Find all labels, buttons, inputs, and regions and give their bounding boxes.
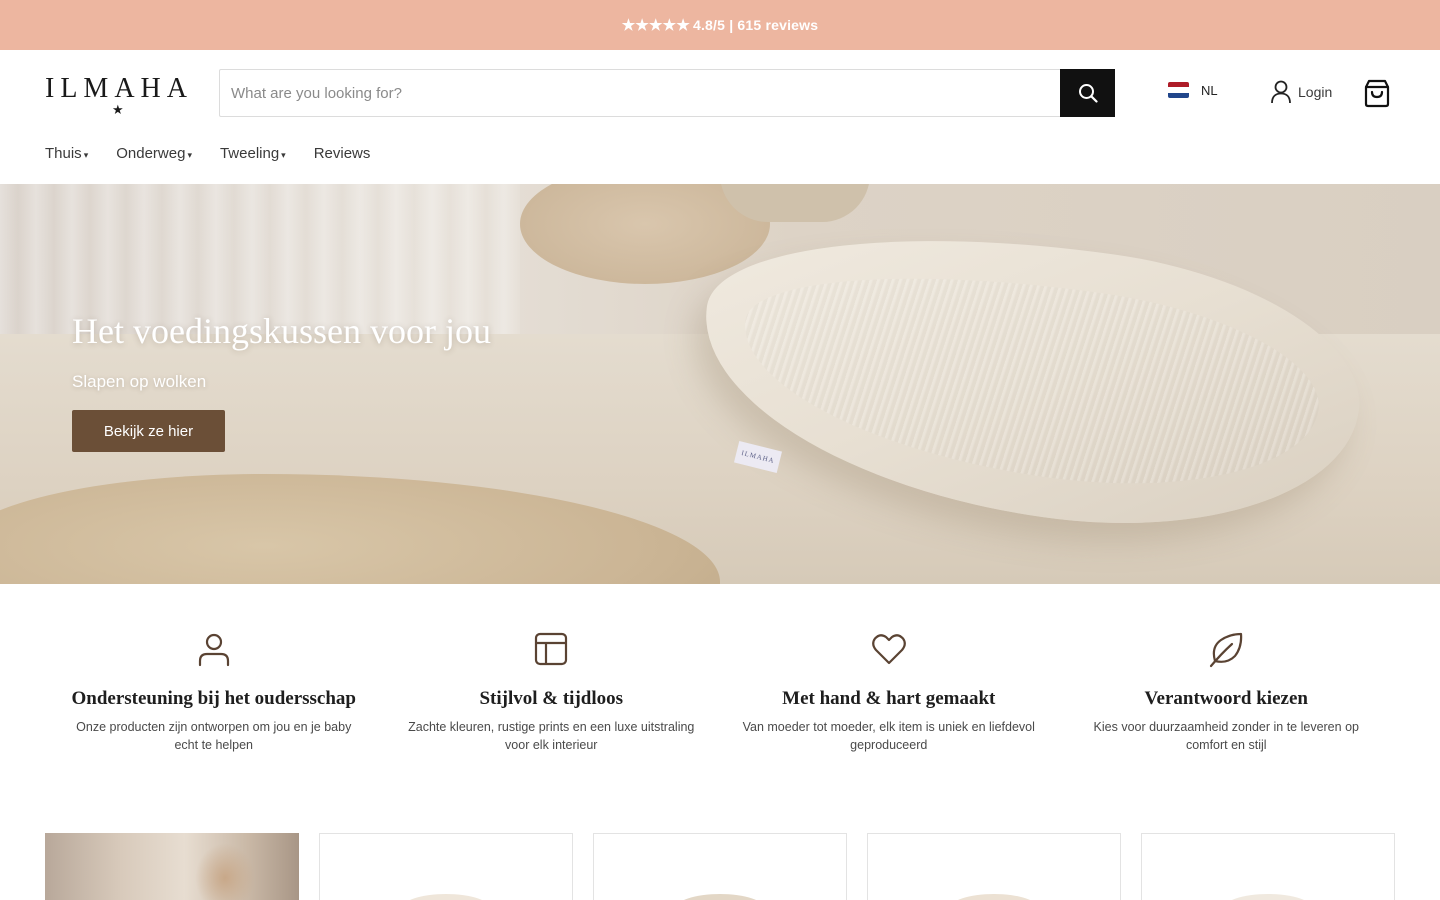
user-icon bbox=[198, 633, 229, 667]
nav-item-thuis[interactable]: Thuis ▾ bbox=[45, 145, 88, 162]
nav-item-onderweg[interactable]: Onderweg ▾ bbox=[116, 145, 192, 162]
product-card[interactable] bbox=[867, 833, 1121, 900]
netherlands-flag-icon bbox=[1168, 82, 1189, 98]
collection-image-card[interactable] bbox=[45, 833, 299, 900]
usp-section: Ondersteuning bij het oudersschap Onze p… bbox=[45, 630, 1395, 770]
search-icon bbox=[1078, 84, 1098, 103]
chevron-down-icon: ▾ bbox=[83, 149, 89, 160]
usp-title: Verantwoord kiezen bbox=[1144, 688, 1308, 709]
hero-cta-button[interactable]: Bekijk ze hier bbox=[72, 410, 225, 452]
product-card[interactable] bbox=[319, 833, 573, 900]
shopping-bag-icon bbox=[1364, 79, 1390, 108]
product-card[interactable] bbox=[1141, 833, 1395, 900]
usp-item: Met hand & hart gemaakt Van moeder tot m… bbox=[720, 630, 1058, 770]
usp-title: Ondersteuning bij het oudersschap bbox=[71, 688, 357, 709]
usp-item: Ondersteuning bij het oudersschap Onze p… bbox=[45, 630, 383, 770]
nav-label: Onderweg bbox=[116, 145, 186, 162]
nav-label: Reviews bbox=[313, 145, 371, 162]
announcement-bar: ★★★★★ 4.8/5 | 615 reviews bbox=[0, 0, 1440, 50]
language-selector[interactable]: NL bbox=[1168, 82, 1218, 98]
usp-title: Met hand & hart gemaakt bbox=[782, 688, 996, 709]
language-label: NL bbox=[1201, 82, 1218, 98]
site-header: ILMAHA ★ NL Login bbox=[0, 50, 1440, 184]
login-label: Login bbox=[1298, 84, 1333, 100]
hero-content: Het voedingskussen voor jou Slapen op wo… bbox=[72, 310, 491, 452]
rating-text: 4.8/5 | 615 reviews bbox=[692, 17, 819, 33]
usp-title: Stijlvol & tijdloos bbox=[479, 688, 624, 709]
product-image bbox=[949, 894, 1039, 900]
usp-item: Verantwoord kiezen Kies voor duurzaamhei… bbox=[1058, 630, 1396, 770]
search-bar bbox=[219, 69, 1115, 117]
usp-item: Stijlvol & tijdloos Zachte kleuren, rust… bbox=[383, 630, 721, 770]
product-image bbox=[401, 894, 491, 900]
rating-stars-icon: ★★★★★ bbox=[621, 17, 690, 34]
usp-description: Kies voor duurzaamheid zonder in te leve… bbox=[1093, 720, 1359, 752]
leaf-icon bbox=[1210, 632, 1243, 668]
product-image bbox=[1223, 894, 1313, 900]
logo-star-icon: ★ bbox=[112, 102, 124, 117]
nav-label: Tweeling bbox=[219, 145, 280, 162]
nav-item-tweeling[interactable]: Tweeling ▾ bbox=[220, 145, 286, 162]
product-card[interactable] bbox=[593, 833, 847, 900]
hero-title: Het voedingskussen voor jou bbox=[72, 311, 491, 351]
login-link[interactable]: Login bbox=[1270, 80, 1332, 104]
usp-description: Zachte kleuren, rustige prints en een lu… bbox=[408, 720, 695, 752]
hero-subtitle: Slapen op wolken bbox=[72, 372, 207, 391]
usp-description: Onze producten zijn ontworpen om jou en … bbox=[76, 720, 352, 752]
search-button[interactable] bbox=[1060, 69, 1115, 117]
nav-item-reviews[interactable]: Reviews bbox=[314, 145, 371, 162]
chevron-down-icon: ▾ bbox=[281, 149, 286, 160]
cart-button[interactable] bbox=[1363, 78, 1391, 108]
product-grid bbox=[45, 833, 1395, 900]
search-input[interactable] bbox=[220, 70, 1060, 116]
usp-description: Van moeder tot moeder, elk item is uniek… bbox=[742, 720, 1035, 752]
main-navigation: Thuis ▾ Onderweg ▾ Tweeling ▾ Reviews bbox=[45, 145, 398, 162]
chevron-down-icon: ▾ bbox=[187, 149, 192, 160]
brand-logo[interactable]: ILMAHA ★ bbox=[45, 72, 197, 117]
account-icon bbox=[1271, 80, 1291, 104]
product-image bbox=[675, 894, 765, 900]
logo-text: ILMAHA bbox=[45, 73, 193, 104]
nav-label: Thuis bbox=[45, 145, 82, 162]
heart-icon bbox=[871, 634, 906, 665]
hero-banner[interactable]: ILMAHA Het voedingskussen voor jou Slape… bbox=[0, 184, 1440, 584]
layout-icon bbox=[535, 632, 568, 666]
rating-summary[interactable]: ★★★★★ 4.8/5 | 615 reviews bbox=[622, 16, 819, 34]
